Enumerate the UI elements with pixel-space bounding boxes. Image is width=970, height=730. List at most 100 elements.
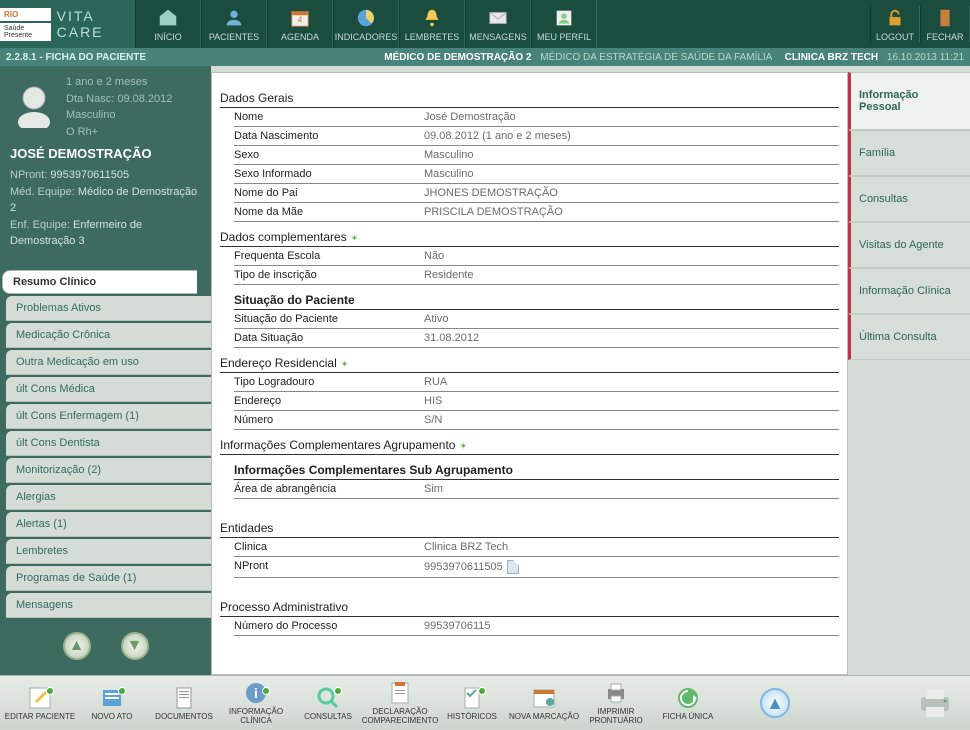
rtab-familia[interactable]: Família <box>848 130 970 176</box>
nav-arrows: ▲ ▼ <box>0 632 211 660</box>
edit-icon[interactable]: ✶ <box>459 441 467 451</box>
svg-text:i: i <box>254 685 258 701</box>
home-icon <box>156 6 180 30</box>
breadcrumb-context: MÉDICO DE DEMOSTRAÇÃO 2 MÉDICO DA ESTRAT… <box>384 52 964 63</box>
tab-resumo-clinico[interactable]: Resumo Clínico <box>2 270 197 294</box>
row-area-abrangencia: Área de abrangênciaSim <box>234 480 839 499</box>
subsection-info-compl-sub: Informações Complementares Sub Agrupamen… <box>234 459 839 480</box>
rtab-visitas-agente[interactable]: Visitas do Agente <box>848 222 970 268</box>
nav-meuperfil[interactable]: MEU PERFIL <box>531 0 597 48</box>
section-entidades: Entidades <box>220 517 839 538</box>
tab-alergias[interactable]: Alergias <box>6 485 211 510</box>
row-npront: NPront9953970611505 <box>234 557 839 578</box>
row-clinica: ClinicaClinica BRZ Tech <box>234 538 839 557</box>
tab-ult-cons-medica[interactable]: últ Cons Médica <box>6 377 211 402</box>
ficha-icon <box>675 685 701 711</box>
tool-info-clinica[interactable]: i INFORMAÇÃO CLÍNICA <box>220 679 292 727</box>
section-dados-gerais: Dados Gerais <box>220 87 839 108</box>
printer-icon <box>915 685 955 721</box>
tab-ult-cons-dentista[interactable]: últ Cons Dentista <box>6 431 211 456</box>
tool-imprimir-prontuario[interactable]: IMPRIMIR PRONTUÁRIO <box>580 679 652 727</box>
tool-nova-marcacao[interactable]: NOVA MARCAÇÃO <box>508 679 580 727</box>
tab-lembretes[interactable]: Lembretes <box>6 539 211 564</box>
top-nav-right: LOGOUT FECHAR <box>870 6 970 42</box>
calendar-icon: 4 <box>288 6 312 30</box>
row-data-situacao: Data Situação31.08.2012 <box>234 329 839 348</box>
scroll-to-top-button[interactable]: ▲ <box>760 688 790 718</box>
rtab-info-pessoal[interactable]: Informação Pessoal <box>848 72 970 130</box>
nav-inicio[interactable]: INÍCIO <box>135 0 201 48</box>
tool-novo-ato[interactable]: NOVO ATO <box>76 679 148 727</box>
tab-ult-cons-enfermagem[interactable]: últ Cons Enfermagem (1) <box>6 404 211 429</box>
tab-medicacao-cronica[interactable]: Medicação Crônica <box>6 323 211 348</box>
tool-documentos[interactable]: DOCUMENTOS <box>148 679 220 727</box>
decl-icon <box>387 680 413 706</box>
main-content: Dados Gerais NomeJosé Demostração Data N… <box>211 72 848 675</box>
bottom-toolbar: EDITAR PACIENTE NOVO ATO DOCUMENTOS i IN… <box>0 675 970 730</box>
tool-ficha-unica[interactable]: FICHA ÚNICA <box>652 679 724 727</box>
breadcrumb-code: 2.2.8.1 - FICHA DO PACIENTE <box>6 52 146 63</box>
tab-outra-medicacao[interactable]: Outra Medicação em uso <box>6 350 211 375</box>
patient-meta: 1 ano e 2 meses Dta Nasc: 09.08.2012 Mas… <box>66 74 172 140</box>
row-nome: NomeJosé Demostração <box>234 108 839 127</box>
document-icon[interactable] <box>507 560 519 574</box>
rtab-info-clinica[interactable]: Informação Clínica <box>848 268 970 314</box>
scroll-down-button[interactable]: ▼ <box>121 632 149 660</box>
row-situacao: Situação do PacienteAtivo <box>234 310 839 329</box>
tab-problemas-ativos[interactable]: Problemas Ativos <box>6 296 211 321</box>
print-icon <box>603 680 629 706</box>
lock-icon <box>883 6 907 30</box>
row-nome-mae: Nome da MãePRISCILA DEMOSTRAÇÃO <box>234 203 839 222</box>
edit-icon[interactable]: ✶ <box>351 233 359 243</box>
tool-consultas[interactable]: CONSULTAS <box>292 679 364 727</box>
doc-icon <box>171 685 197 711</box>
nav-indicadores[interactable]: INDICADORES <box>333 0 399 48</box>
top-nav: INÍCIO PACIENTES 4 AGENDA INDICADORES LE… <box>135 0 870 48</box>
tab-monitorizacao[interactable]: Monitorização (2) <box>6 458 211 483</box>
profile-icon <box>552 6 576 30</box>
breadcrumb-bar: 2.2.8.1 - FICHA DO PACIENTE MÉDICO DE DE… <box>0 48 970 66</box>
tab-programas-saude[interactable]: Programas de Saúde (1) <box>6 566 211 591</box>
row-tipo-logradouro: Tipo LogradouroRUA <box>234 373 839 392</box>
patient-card: 1 ano e 2 meses Dta Nasc: 09.08.2012 Mas… <box>0 66 211 258</box>
logo-badge-sub: Saúde Presente <box>0 23 51 41</box>
section-info-compl-agrup: Informações Complementares Agrupamento✶ <box>220 434 839 455</box>
edit-icon[interactable]: ✶ <box>341 359 349 369</box>
row-endereco: EndereçoHIS <box>234 392 839 411</box>
left-tabs: Resumo Clínico Problemas Ativos Medicaçã… <box>0 270 211 620</box>
nav-pacientes[interactable]: PACIENTES <box>201 0 267 48</box>
nav-lembretes[interactable]: LEMBRETES <box>399 0 465 48</box>
section-processo: Processo Administrativo <box>220 596 839 617</box>
patient-fields: NPront: 9953970611505 Méd. Equipe: Médic… <box>10 167 201 250</box>
product-logo: VITA CARE <box>57 8 135 40</box>
avatar <box>10 80 58 128</box>
rtab-ultima-consulta[interactable]: Última Consulta <box>848 314 970 360</box>
logo-area: RIO Saúde Presente VITA CARE <box>0 0 135 48</box>
row-data-nascimento: Data Nascimento09.08.2012 (1 ano e 2 mes… <box>234 127 839 146</box>
row-numero-processo: Número do Processo99539706115 <box>234 617 839 636</box>
row-nome-pai: Nome do PaiJHONES DEMOSTRAÇÃO <box>234 184 839 203</box>
nav-fechar[interactable]: FECHAR <box>920 6 970 42</box>
scroll-up-button[interactable]: ▲ <box>63 632 91 660</box>
tool-declaracao[interactable]: DECLARAÇÃO COMPARECIMENTO <box>364 679 436 727</box>
nav-mensagens[interactable]: MENSAGENS <box>465 0 531 48</box>
chart-icon <box>354 6 378 30</box>
app-header: RIO Saúde Presente VITA CARE INÍCIO PACI… <box>0 0 970 48</box>
tool-editar-paciente[interactable]: EDITAR PACIENTE <box>4 679 76 727</box>
sidebar-left: 1 ano e 2 meses Dta Nasc: 09.08.2012 Mas… <box>0 66 211 675</box>
nav-logout[interactable]: LOGOUT <box>870 6 920 42</box>
tab-mensagens[interactable]: Mensagens <box>6 593 211 618</box>
sidebar-right: Informação Pessoal Família Consultas Vis… <box>848 72 970 675</box>
rtab-consultas[interactable]: Consultas <box>848 176 970 222</box>
print-button[interactable] <box>912 683 958 723</box>
tool-historicos[interactable]: HISTÓRICOS <box>436 679 508 727</box>
nav-agenda[interactable]: 4 AGENDA <box>267 0 333 48</box>
patient-name: JOSÉ DEMOSTRAÇÃO <box>10 146 201 161</box>
row-sexo-informado: Sexo InformadoMasculino <box>234 165 839 184</box>
row-numero: NúmeroS/N <box>234 411 839 430</box>
row-sexo: SexoMasculino <box>234 146 839 165</box>
tab-alertas[interactable]: Alertas (1) <box>6 512 211 537</box>
section-dados-compl: Dados complementares✶ <box>220 226 839 247</box>
mail-icon <box>486 6 510 30</box>
door-icon <box>933 6 957 30</box>
